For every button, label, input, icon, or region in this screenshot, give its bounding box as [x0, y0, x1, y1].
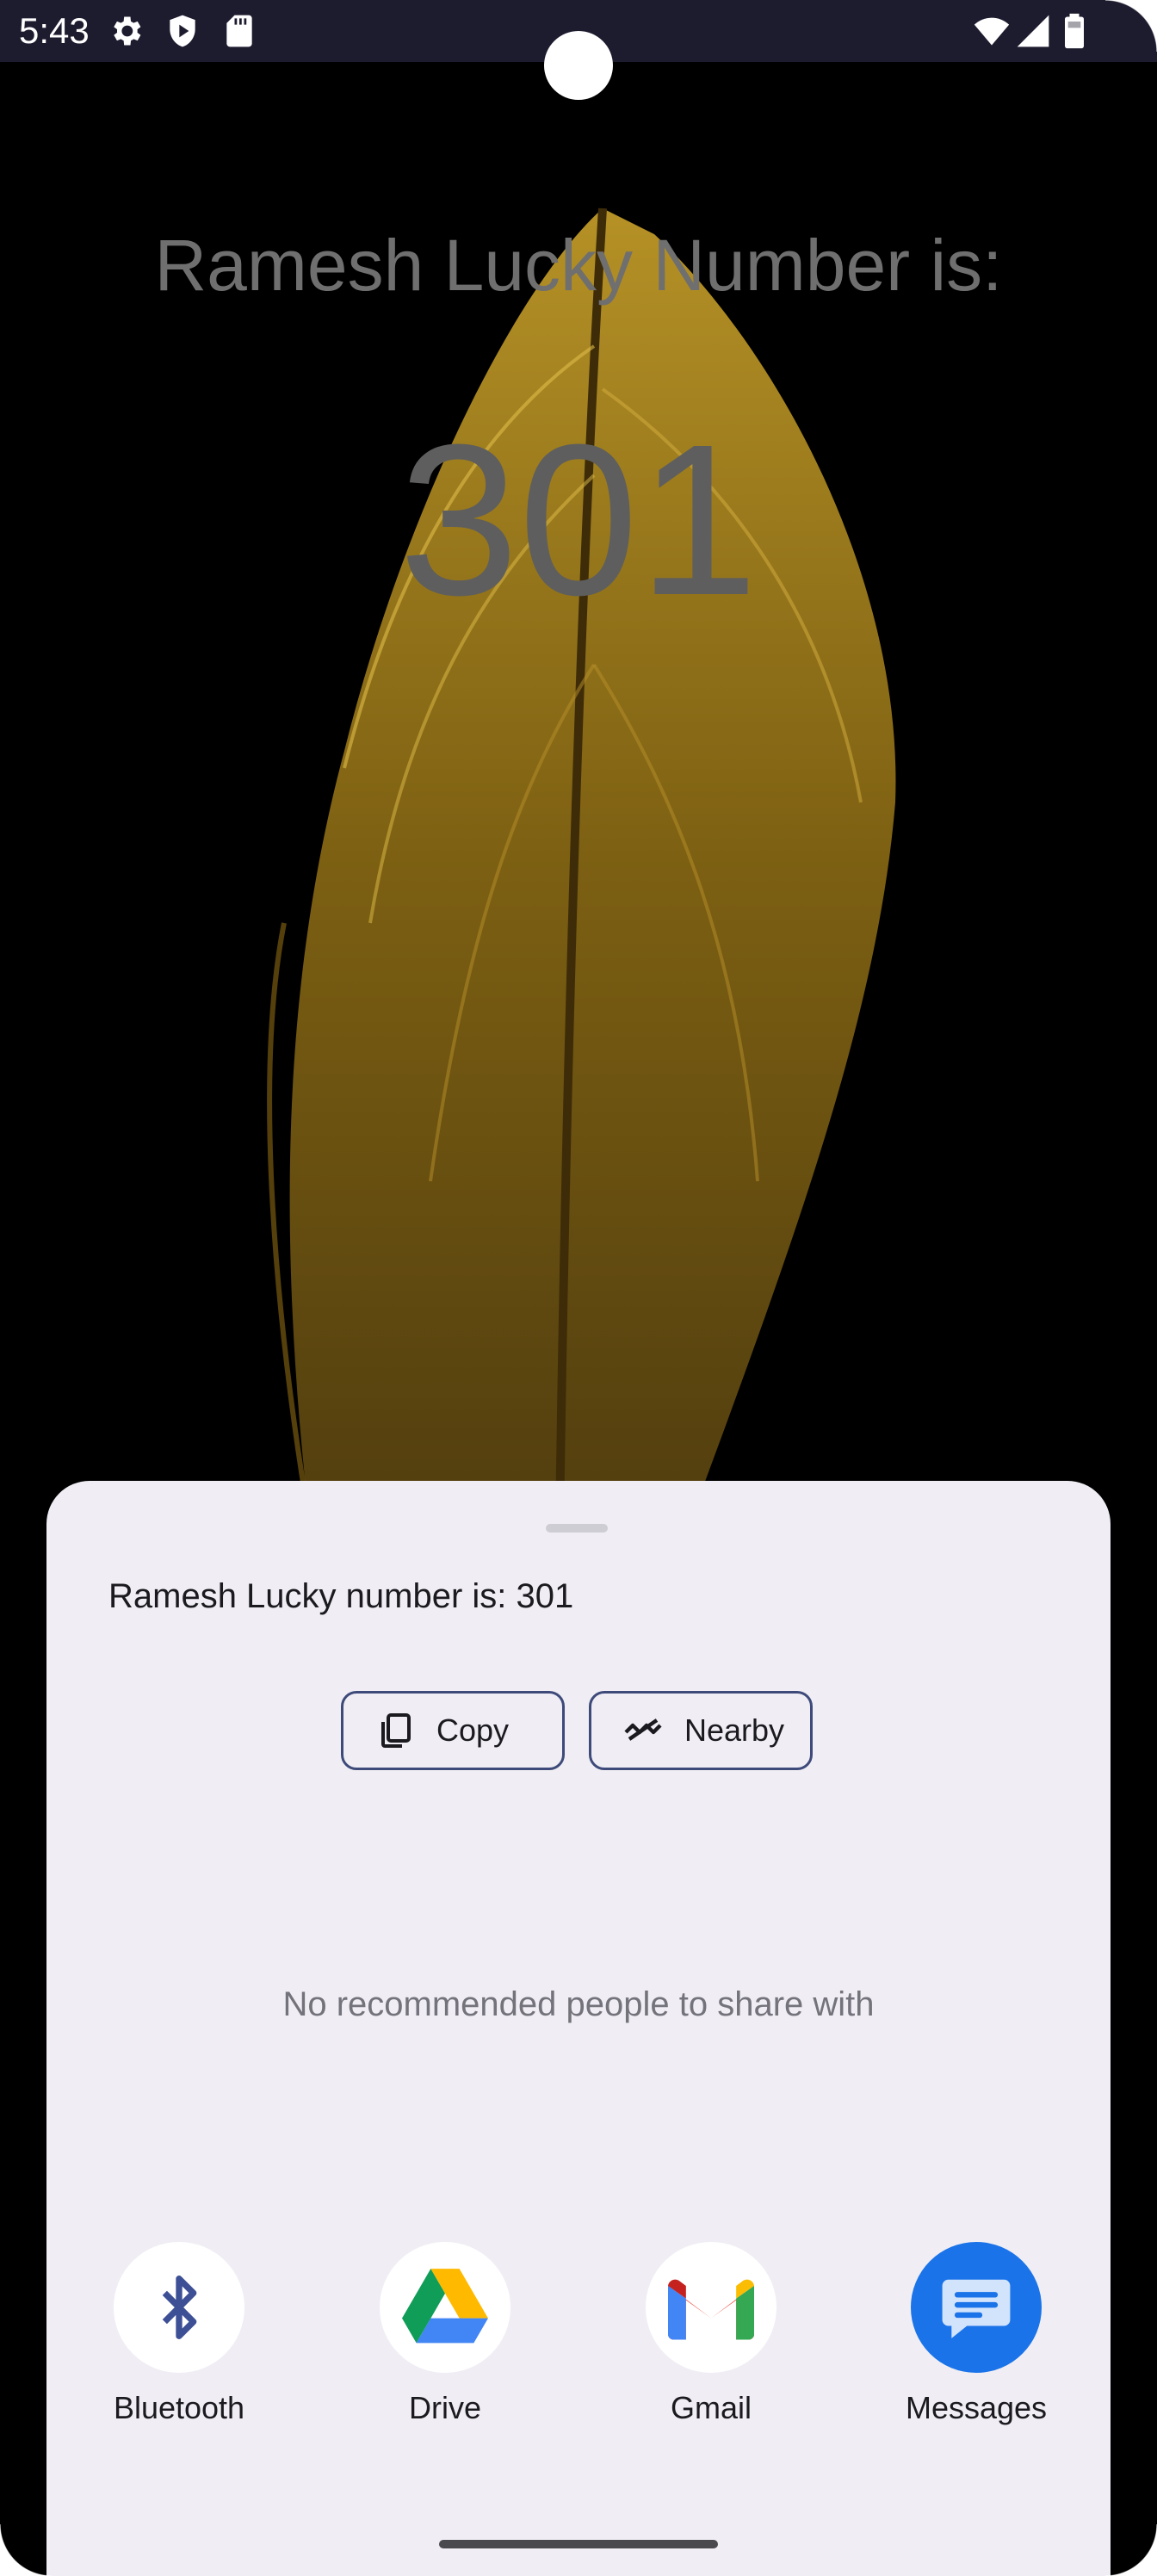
share-target-bluetooth[interactable]: Bluetooth: [84, 2242, 274, 2426]
screen-corner: [1105, 0, 1157, 52]
sheet-drag-handle[interactable]: [546, 1524, 608, 1533]
google-drive-icon: [402, 2269, 488, 2344]
share-sheet: Ramesh Lucky number is: 301 Copy Nearby …: [46, 1481, 1111, 2576]
copy-icon: [381, 1713, 411, 1748]
copy-button[interactable]: Copy: [341, 1691, 565, 1770]
lucky-number-value: 301: [399, 399, 758, 640]
bluetooth-label: Bluetooth: [113, 2390, 245, 2425]
signal-icon: [1017, 15, 1049, 47]
bluetooth-app-circle: [114, 2242, 244, 2373]
no-recommended-people-message: No recommended people to share with: [282, 1985, 875, 2023]
gmail-app-circle: [646, 2242, 776, 2373]
lucky-number-heading: Ramesh Lucky Number is:: [154, 225, 1003, 306]
screen-corner: [0, 2524, 52, 2576]
share-target-messages[interactable]: Messages: [882, 2242, 1071, 2426]
drive-label: Drive: [408, 2390, 481, 2425]
wifi-icon: [974, 17, 1010, 46]
screen-corner: [1105, 2524, 1157, 2576]
gmail-label: Gmail: [670, 2390, 752, 2425]
drive-app-circle: [380, 2242, 510, 2373]
share-preview-text: Ramesh Lucky number is: 301: [108, 1577, 574, 1615]
shield-icon: [170, 15, 195, 47]
battery-icon: [1065, 13, 1084, 49]
messages-label: Messages: [905, 2390, 1048, 2425]
nearby-share-icon: [624, 1718, 662, 1741]
gmail-icon: [668, 2279, 754, 2340]
copy-label: Copy: [436, 1712, 510, 1748]
messages-icon: [942, 2279, 1011, 2338]
share-target-drive[interactable]: Drive: [350, 2242, 540, 2426]
nearby-button[interactable]: Nearby: [589, 1691, 813, 1770]
bluetooth-icon: [162, 2276, 197, 2339]
screen: Ramesh Lucky Number is: 301 5:43 Ramesh …: [0, 0, 1157, 2576]
nearby-label: Nearby: [684, 1712, 785, 1748]
messages-app-circle: [911, 2242, 1042, 2373]
sd-card-icon: [226, 15, 252, 47]
camera-cutout: [544, 31, 613, 100]
home-gesture-bar[interactable]: [439, 2540, 718, 2548]
status-time: 5:43: [19, 10, 90, 51]
gear-icon: [114, 16, 141, 46]
share-target-gmail[interactable]: Gmail: [616, 2242, 806, 2426]
